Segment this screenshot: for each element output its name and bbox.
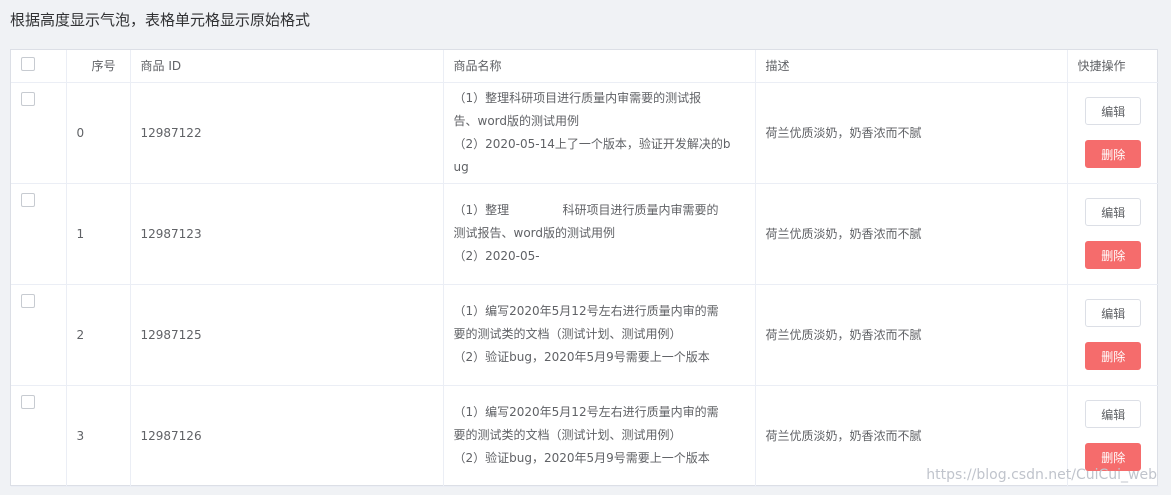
watermark: https://blog.csdn.net/CuiCui_web <box>926 467 1157 483</box>
row-checkbox[interactable] <box>21 91 35 106</box>
product-name-line: （2）2020-05-14上了一个版本，验证开发解决的b <box>453 136 731 151</box>
select-all-checkbox[interactable] <box>21 57 35 72</box>
product-id: 12987125 <box>130 284 444 386</box>
delete-button[interactable]: 删除 <box>1085 241 1142 269</box>
products-table: 序号 商品 ID 商品名称 描述 快捷操作 0 12987122 （1）整理科研… <box>10 49 1159 487</box>
ops-group: 编辑 删除 <box>1078 97 1150 168</box>
product-name: （1）整理 科研项目进行质量内审需要的 测试报告、word版的测试用例 （2）202… <box>454 199 745 268</box>
product-name: （1）编写2020年5月12号左右进行质量内审的需 要的测试类的文档（测试计划、测… <box>454 401 745 470</box>
product-name-line: （1）编写2020年5月12号左右进行质量内审的需 <box>453 304 719 318</box>
row-check-cell <box>11 183 67 285</box>
edit-button[interactable]: 编辑 <box>1085 299 1142 327</box>
product-desc: 荷兰优质淡奶，奶香浓而不腻 <box>755 82 1068 184</box>
select-all-cell <box>11 50 67 83</box>
row-index: 3 <box>66 385 131 487</box>
row-check-cell <box>11 284 67 386</box>
delete-button[interactable]: 删除 <box>1085 342 1142 370</box>
row-index: 0 <box>66 82 131 184</box>
ops-cell: 编辑 删除 <box>1067 183 1159 285</box>
row-check-cell <box>11 82 67 184</box>
product-id: 12987126 <box>130 385 444 487</box>
header-desc[interactable]: 描述 <box>755 50 1068 83</box>
table-row: 1 12987123 （1）整理 科研项目进行质量内审需要的 测试报告、word版… <box>11 183 1159 285</box>
product-name-cell[interactable]: （1）整理 科研项目进行质量内审需要的 测试报告、word版的测试用例 （2）202… <box>443 183 756 285</box>
table-row: 0 12987122 （1）整理科研项目进行质量内审需要的测试报 告、word版的… <box>11 82 1159 184</box>
product-name-line: （2）验证bug，2020年5月9号需要上一个版本 <box>453 350 710 364</box>
row-index: 1 <box>66 183 131 285</box>
product-name-cell[interactable]: （1）整理科研项目进行质量内审需要的测试报 告、word版的测试用例 （2）2020… <box>443 82 756 184</box>
row-checkbox[interactable] <box>21 394 35 409</box>
header-id[interactable]: 商品 ID <box>130 50 444 83</box>
product-name-line: 告、word版的测试用例 <box>453 113 580 128</box>
product-name-line: 要的测试类的文档（测试计划、测试用例） <box>453 428 682 442</box>
product-name-line: （1）编写2020年5月12号左右进行质量内审的需 <box>453 405 719 419</box>
header-name[interactable]: 商品名称 <box>443 50 756 83</box>
ops-group: 编辑 删除 <box>1078 400 1150 471</box>
product-name-line: 测试报告、word版的测试用例 <box>453 226 616 240</box>
product-name-cell[interactable]: （1）编写2020年5月12号左右进行质量内审的需 要的测试类的文档（测试计划、测… <box>443 284 756 386</box>
table-row: 2 12987125 （1）编写2020年5月12号左右进行质量内审的需 要的测试… <box>11 284 1159 386</box>
row-checkbox[interactable] <box>21 192 35 207</box>
row-check-cell <box>11 385 67 487</box>
page-title: 根据高度显示气泡，表格单元格显示原始格式 <box>10 11 311 29</box>
delete-button[interactable]: 删除 <box>1085 140 1142 168</box>
row-index: 2 <box>66 284 131 386</box>
table-header-row: 序号 商品 ID 商品名称 描述 快捷操作 <box>11 50 1159 83</box>
edit-button[interactable]: 编辑 <box>1085 97 1142 125</box>
edit-button[interactable]: 编辑 <box>1085 400 1142 428</box>
row-checkbox[interactable] <box>21 293 35 308</box>
product-name-cell[interactable]: （1）编写2020年5月12号左右进行质量内审的需 要的测试类的文档（测试计划、测… <box>443 385 756 487</box>
product-name-line: （1）整理科研项目进行质量内审需要的测试报 <box>453 90 702 105</box>
product-id: 12987122 <box>130 82 444 184</box>
product-desc: 荷兰优质淡奶，奶香浓而不腻 <box>755 183 1068 285</box>
product-name-line: ug <box>453 159 469 174</box>
product-name-line: （2）2020-05- <box>453 249 540 263</box>
edit-button[interactable]: 编辑 <box>1085 198 1142 226</box>
product-name-line: 要的测试类的文档（测试计划、测试用例） <box>453 327 682 341</box>
ops-group: 编辑 删除 <box>1078 198 1150 269</box>
product-desc: 荷兰优质淡奶，奶香浓而不腻 <box>755 284 1068 386</box>
header-index[interactable]: 序号 <box>66 50 131 83</box>
ops-cell: 编辑 删除 <box>1067 82 1159 184</box>
product-name: （1）编写2020年5月12号左右进行质量内审的需 要的测试类的文档（测试计划、测… <box>454 300 745 369</box>
ops-group: 编辑 删除 <box>1078 299 1150 370</box>
product-name-line: （1）整理 科研项目进行质量内审需要的 <box>453 203 719 217</box>
header-ops[interactable]: 快捷操作 <box>1067 50 1159 83</box>
product-name: （1）整理科研项目进行质量内审需要的测试报 告、word版的测试用例 （2）2020… <box>454 87 745 179</box>
ops-cell: 编辑 删除 <box>1067 284 1159 386</box>
product-id: 12987123 <box>130 183 444 285</box>
product-name-line: （2）验证bug，2020年5月9号需要上一个版本 <box>453 451 710 465</box>
